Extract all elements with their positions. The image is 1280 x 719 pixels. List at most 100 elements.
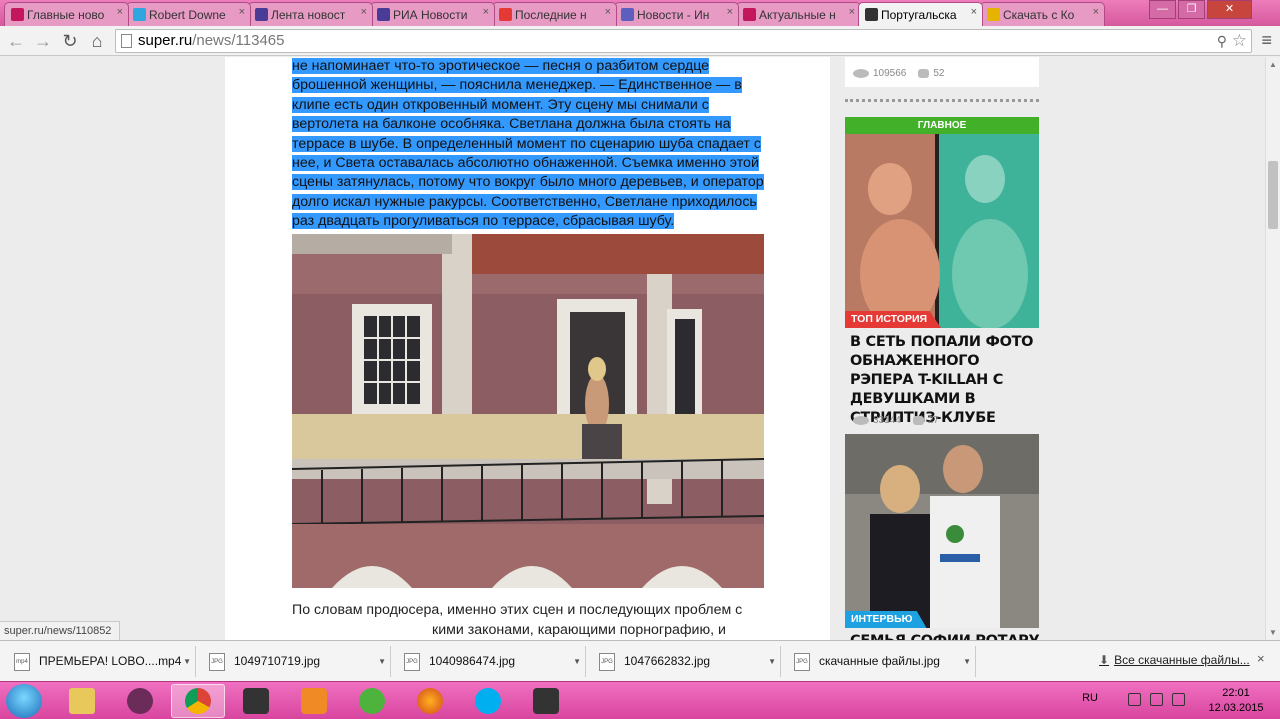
article-line: кими законами, карающими порнографию, и	[432, 622, 726, 638]
tab-close-icon[interactable]: ×	[117, 6, 123, 18]
tray-icon[interactable]	[1128, 693, 1141, 706]
flag-icon[interactable]	[1172, 693, 1185, 706]
tab-strip: Главные ново × Robert Downe × Лента новост × Р…	[0, 0, 1280, 26]
article-line: долго искал нужные ракурсы. Соответствен…	[292, 193, 764, 212]
tab-favicon-icon	[11, 8, 24, 21]
views-count: 33144	[873, 415, 901, 426]
clock-date[interactable]: 12.03.2015	[1206, 702, 1266, 714]
tab-favicon-icon	[621, 8, 634, 21]
start-button[interactable]	[6, 684, 42, 718]
tab-label: Последние н	[515, 7, 587, 22]
clock-time[interactable]: 22:01	[1206, 687, 1266, 699]
browser-tab[interactable]: Новости - Ин ×	[614, 2, 739, 26]
address-bar[interactable]: super.ru/news/113465 ⚲ ☆	[115, 29, 1252, 53]
tab-close-icon[interactable]: ×	[849, 6, 855, 18]
home-icon[interactable]: ⌂	[86, 30, 108, 52]
close-shelf-icon[interactable]: ×	[1257, 651, 1265, 666]
news-card-title[interactable]: Семья Софии Ротару	[850, 632, 1040, 640]
camera2-taskbar-icon[interactable]	[519, 684, 573, 718]
firefox-taskbar-icon[interactable]	[403, 684, 457, 718]
browser-tab[interactable]: Главные ново ×	[4, 2, 129, 26]
browser-tab[interactable]: Скачать с Ко ×	[980, 2, 1105, 26]
download-filename: 1040986474.jpg	[429, 654, 516, 668]
utorrent-taskbar-icon[interactable]	[345, 684, 399, 718]
news-card-image[interactable]: ИНТЕРВЬЮ	[845, 434, 1039, 628]
tab-close-icon[interactable]: ×	[1093, 6, 1099, 18]
tab-close-icon[interactable]: ×	[239, 6, 245, 18]
tab-favicon-icon	[255, 8, 268, 21]
camera-taskbar-icon[interactable]	[229, 684, 283, 718]
media-player-taskbar-icon[interactable]	[287, 684, 341, 718]
news-card-title[interactable]: В сеть попали фото обнаженного рэпера T-…	[850, 333, 1040, 428]
app-taskbar-icon[interactable]	[113, 684, 167, 718]
download-item[interactable]: JPG 1040986474.jpg ▼	[394, 646, 586, 677]
article-column: не напоминает что-то эротическое — песня…	[225, 57, 830, 640]
browser-tab[interactable]: Актуальные н ×	[736, 2, 861, 26]
article-line: раз двадцать прогуливаться по террасе, с…	[292, 212, 764, 231]
selected-text: террасе в шубе. В определенный момент по…	[292, 135, 761, 152]
restore-button[interactable]: ❐	[1178, 0, 1205, 19]
sidebar: 109566 52 ГЛАВНОЕ ТОП ИСТОРИЯ В сеть поп…	[845, 57, 1040, 640]
tab-close-icon[interactable]: ×	[971, 6, 977, 18]
browser-tab[interactable]: РИА Новости ×	[370, 2, 495, 26]
page-scrollbar[interactable]: ▲ ▼	[1265, 57, 1280, 640]
download-filename: ПРЕМЬЕРА! LOBO....mp4	[39, 654, 182, 668]
skype-taskbar-icon[interactable]	[461, 684, 515, 718]
browser-tab[interactable]: Португальска ×	[858, 2, 983, 26]
file-icon: JPG	[794, 653, 810, 671]
back-icon[interactable]: ←	[5, 30, 27, 52]
tab-favicon-icon	[133, 8, 146, 21]
network-icon[interactable]	[1150, 693, 1163, 706]
reload-icon[interactable]: ↻	[59, 30, 81, 52]
download-item[interactable]: JPG скачанные файлы.jpg ▼	[784, 646, 976, 677]
download-item[interactable]: JPG 1047662832.jpg ▼	[589, 646, 781, 677]
scroll-up-icon[interactable]: ▲	[1269, 60, 1277, 69]
explorer-taskbar-icon[interactable]	[55, 684, 109, 718]
tab-close-icon[interactable]: ×	[605, 6, 611, 18]
browser-tab[interactable]: Robert Downe ×	[126, 2, 251, 26]
comments-icon	[912, 416, 924, 425]
download-item[interactable]: JPG 1049710719.jpg ▼	[199, 646, 391, 677]
tab-close-icon[interactable]: ×	[361, 6, 367, 18]
download-shelf: mp4 ПРЕМЬЕРА! LOBO....mp4 ▼ JPG 1049710719.j…	[0, 640, 1280, 681]
tab-label: Португальска	[881, 7, 957, 22]
chrome-taskbar-icon[interactable]	[171, 684, 225, 718]
forward-icon[interactable]: →	[32, 30, 54, 52]
article-line: сцены затянулась, потому что вокруг было…	[292, 173, 764, 192]
tab-favicon-icon	[987, 8, 1000, 21]
family-photo	[845, 434, 1039, 628]
zoom-icon[interactable]: ⚲	[1217, 30, 1227, 52]
tab-close-icon[interactable]: ×	[727, 6, 733, 18]
language-indicator[interactable]: RU	[1082, 692, 1098, 704]
tab-label: Новости - Ин	[637, 7, 710, 22]
scroll-down-icon[interactable]: ▼	[1269, 628, 1277, 637]
page-icon	[121, 34, 132, 48]
download-item[interactable]: mp4 ПРЕМЬЕРА! LOBO....mp4 ▼	[4, 646, 196, 677]
url-path: /news/113465	[192, 32, 285, 49]
tab-close-icon[interactable]: ×	[483, 6, 489, 18]
browser-tab[interactable]: Лента новост ×	[248, 2, 373, 26]
news-card-image[interactable]: ТОП ИСТОРИЯ	[845, 134, 1039, 328]
selected-text: сцены затянулась, потому что вокруг было…	[292, 174, 764, 191]
dropdown-arrow-icon[interactable]: ▼	[378, 646, 386, 677]
views-icon	[853, 416, 869, 425]
dropdown-arrow-icon[interactable]: ▼	[768, 646, 776, 677]
status-bar-url: super.ru/news/110852	[0, 621, 121, 640]
article-photo	[292, 234, 764, 588]
section-label: ГЛАВНОЕ	[845, 117, 1039, 134]
dropdown-arrow-icon[interactable]: ▼	[573, 646, 581, 677]
prev-card-footer: 109566 52	[845, 57, 1039, 87]
dropdown-arrow-icon[interactable]: ▼	[963, 646, 971, 677]
minimize-button[interactable]: —	[1149, 0, 1176, 19]
bookmark-star-icon[interactable]: ☆	[1232, 30, 1247, 52]
page-viewport: не напоминает что-то эротическое — песня…	[0, 57, 1265, 640]
selected-text: брошенной женщины, — пояснила менеджер. …	[292, 77, 742, 94]
comments-icon	[918, 69, 930, 78]
selected-text: нее, и Света оставалась абсолютно обнаже…	[292, 155, 759, 172]
menu-icon[interactable]: ≡	[1261, 30, 1272, 51]
dropdown-arrow-icon[interactable]: ▼	[183, 646, 191, 677]
browser-tab[interactable]: Последние н ×	[492, 2, 617, 26]
close-window-button[interactable]: ✕	[1207, 0, 1252, 19]
scroll-thumb[interactable]	[1268, 161, 1278, 229]
show-all-downloads-link[interactable]: ⬇ Все скачанные файлы...	[1099, 653, 1250, 667]
